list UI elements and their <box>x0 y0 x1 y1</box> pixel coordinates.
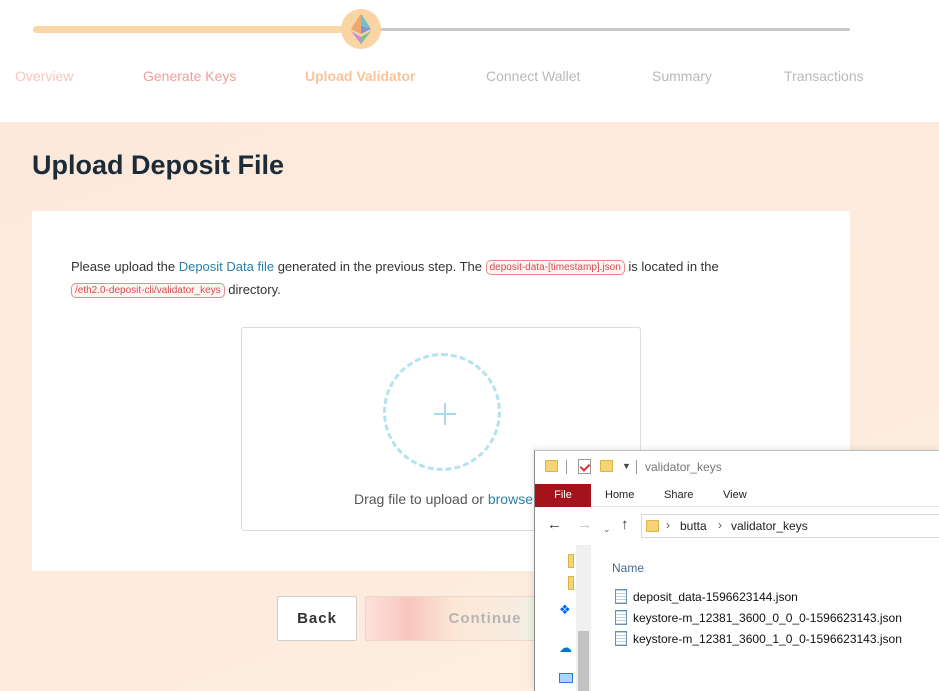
intro-part-3: is located in the <box>624 259 719 274</box>
step-labels: Overview Generate Keys Upload Validator … <box>0 68 939 88</box>
recent-locations-chevron-icon[interactable]: ⌄ <box>603 521 611 537</box>
file-explorer-window[interactable]: ▼ validator_keys File Home Share View ← … <box>534 450 939 691</box>
json-file-icon <box>615 589 627 604</box>
validator-keys-path-code: /eth2.0-deposit-cli/validator_keys <box>71 283 225 298</box>
intro-part-2: generated in the previous step. The <box>274 259 486 274</box>
dropzone-text: Drag file to upload or browse <box>354 491 533 507</box>
intro-text: Please upload the Deposit Data file gene… <box>71 255 771 301</box>
address-folder-icon <box>646 520 659 532</box>
progress-track-completed <box>33 26 343 33</box>
column-header-name[interactable]: Name <box>612 561 644 575</box>
step-generate-keys[interactable]: Generate Keys <box>143 68 236 84</box>
chevron-right-icon[interactable]: › <box>718 518 722 532</box>
onedrive-icon[interactable]: ☁ <box>559 640 572 656</box>
dropbox-icon[interactable]: ❖ <box>559 602 571 618</box>
toolbar-separator <box>566 460 567 474</box>
folder-icon <box>545 460 558 472</box>
json-file-icon <box>615 610 627 625</box>
progress-track-remaining <box>380 28 850 31</box>
window-title: validator_keys <box>645 460 722 474</box>
forward-arrow-icon[interactable]: → <box>577 517 592 533</box>
file-list: Name deposit_data-1596623144.json keysto… <box>591 545 939 691</box>
step-upload-validator[interactable]: Upload Validator <box>305 68 415 84</box>
progress-header: Overview Generate Keys Upload Validator … <box>0 0 939 122</box>
tab-file[interactable]: File <box>535 484 591 507</box>
back-button[interactable]: Back <box>277 596 357 641</box>
upload-circle[interactable] <box>383 353 501 471</box>
title-separator <box>636 460 637 474</box>
tab-home[interactable]: Home <box>605 484 634 507</box>
scrollbar-thumb[interactable] <box>578 631 589 691</box>
file-row[interactable]: keystore-m_12381_3600_1_0_0-1596623143.j… <box>615 630 935 648</box>
deposit-data-file-link[interactable]: Deposit Data file <box>179 259 274 274</box>
step-transactions: Transactions <box>784 68 864 84</box>
tab-view[interactable]: View <box>723 484 747 507</box>
navigation-bar: ← → ⌄ ↑ › butta › validator_keys <box>535 507 939 545</box>
navigation-pane: ❖ ☁ <box>535 545 591 691</box>
breadcrumb-butta[interactable]: butta <box>680 519 707 533</box>
ethereum-icon <box>341 9 381 49</box>
json-file-icon <box>615 631 627 646</box>
new-folder-icon[interactable] <box>600 460 613 472</box>
file-name[interactable]: keystore-m_12381_3600_1_0_0-1596623143.j… <box>633 632 902 646</box>
chevron-right-icon[interactable]: › <box>666 518 670 532</box>
step-connect-wallet: Connect Wallet <box>486 68 581 84</box>
this-pc-icon[interactable] <box>559 673 573 683</box>
dropzone-label: Drag file to upload or <box>354 491 488 507</box>
file-row[interactable]: deposit_data-1596623144.json <box>615 588 935 606</box>
intro-part-1: Please upload the <box>71 259 179 274</box>
ribbon-tabs: File Home Share View <box>535 484 939 507</box>
page-title: Upload Deposit File <box>32 150 285 180</box>
intro-part-4: directory. <box>224 282 281 297</box>
explorer-titlebar[interactable]: ▼ validator_keys <box>535 451 939 484</box>
step-summary: Summary <box>652 68 712 84</box>
up-arrow-icon[interactable]: ↑ <box>621 517 629 533</box>
tab-share[interactable]: Share <box>664 484 693 507</box>
folder-icon[interactable] <box>568 554 574 568</box>
folder-icon[interactable] <box>568 576 574 590</box>
browse-link[interactable]: browse <box>488 491 533 507</box>
file-name[interactable]: deposit_data-1596623144.json <box>633 590 798 604</box>
step-overview[interactable]: Overview <box>15 68 73 84</box>
file-row[interactable]: keystore-m_12381_3600_0_0_0-1596623143.j… <box>615 609 935 627</box>
properties-check-icon[interactable] <box>578 459 591 474</box>
breadcrumb-validator-keys[interactable]: validator_keys <box>731 519 808 533</box>
deposit-data-filename-code: deposit-data-[timestamp].json <box>485 260 625 275</box>
file-name[interactable]: keystore-m_12381_3600_0_0_0-1596623143.j… <box>633 611 902 625</box>
customize-toolbar-dropdown-icon[interactable]: ▼ <box>622 461 631 471</box>
address-bar[interactable]: › butta › validator_keys <box>641 514 939 538</box>
back-arrow-icon[interactable]: ← <box>547 517 562 533</box>
